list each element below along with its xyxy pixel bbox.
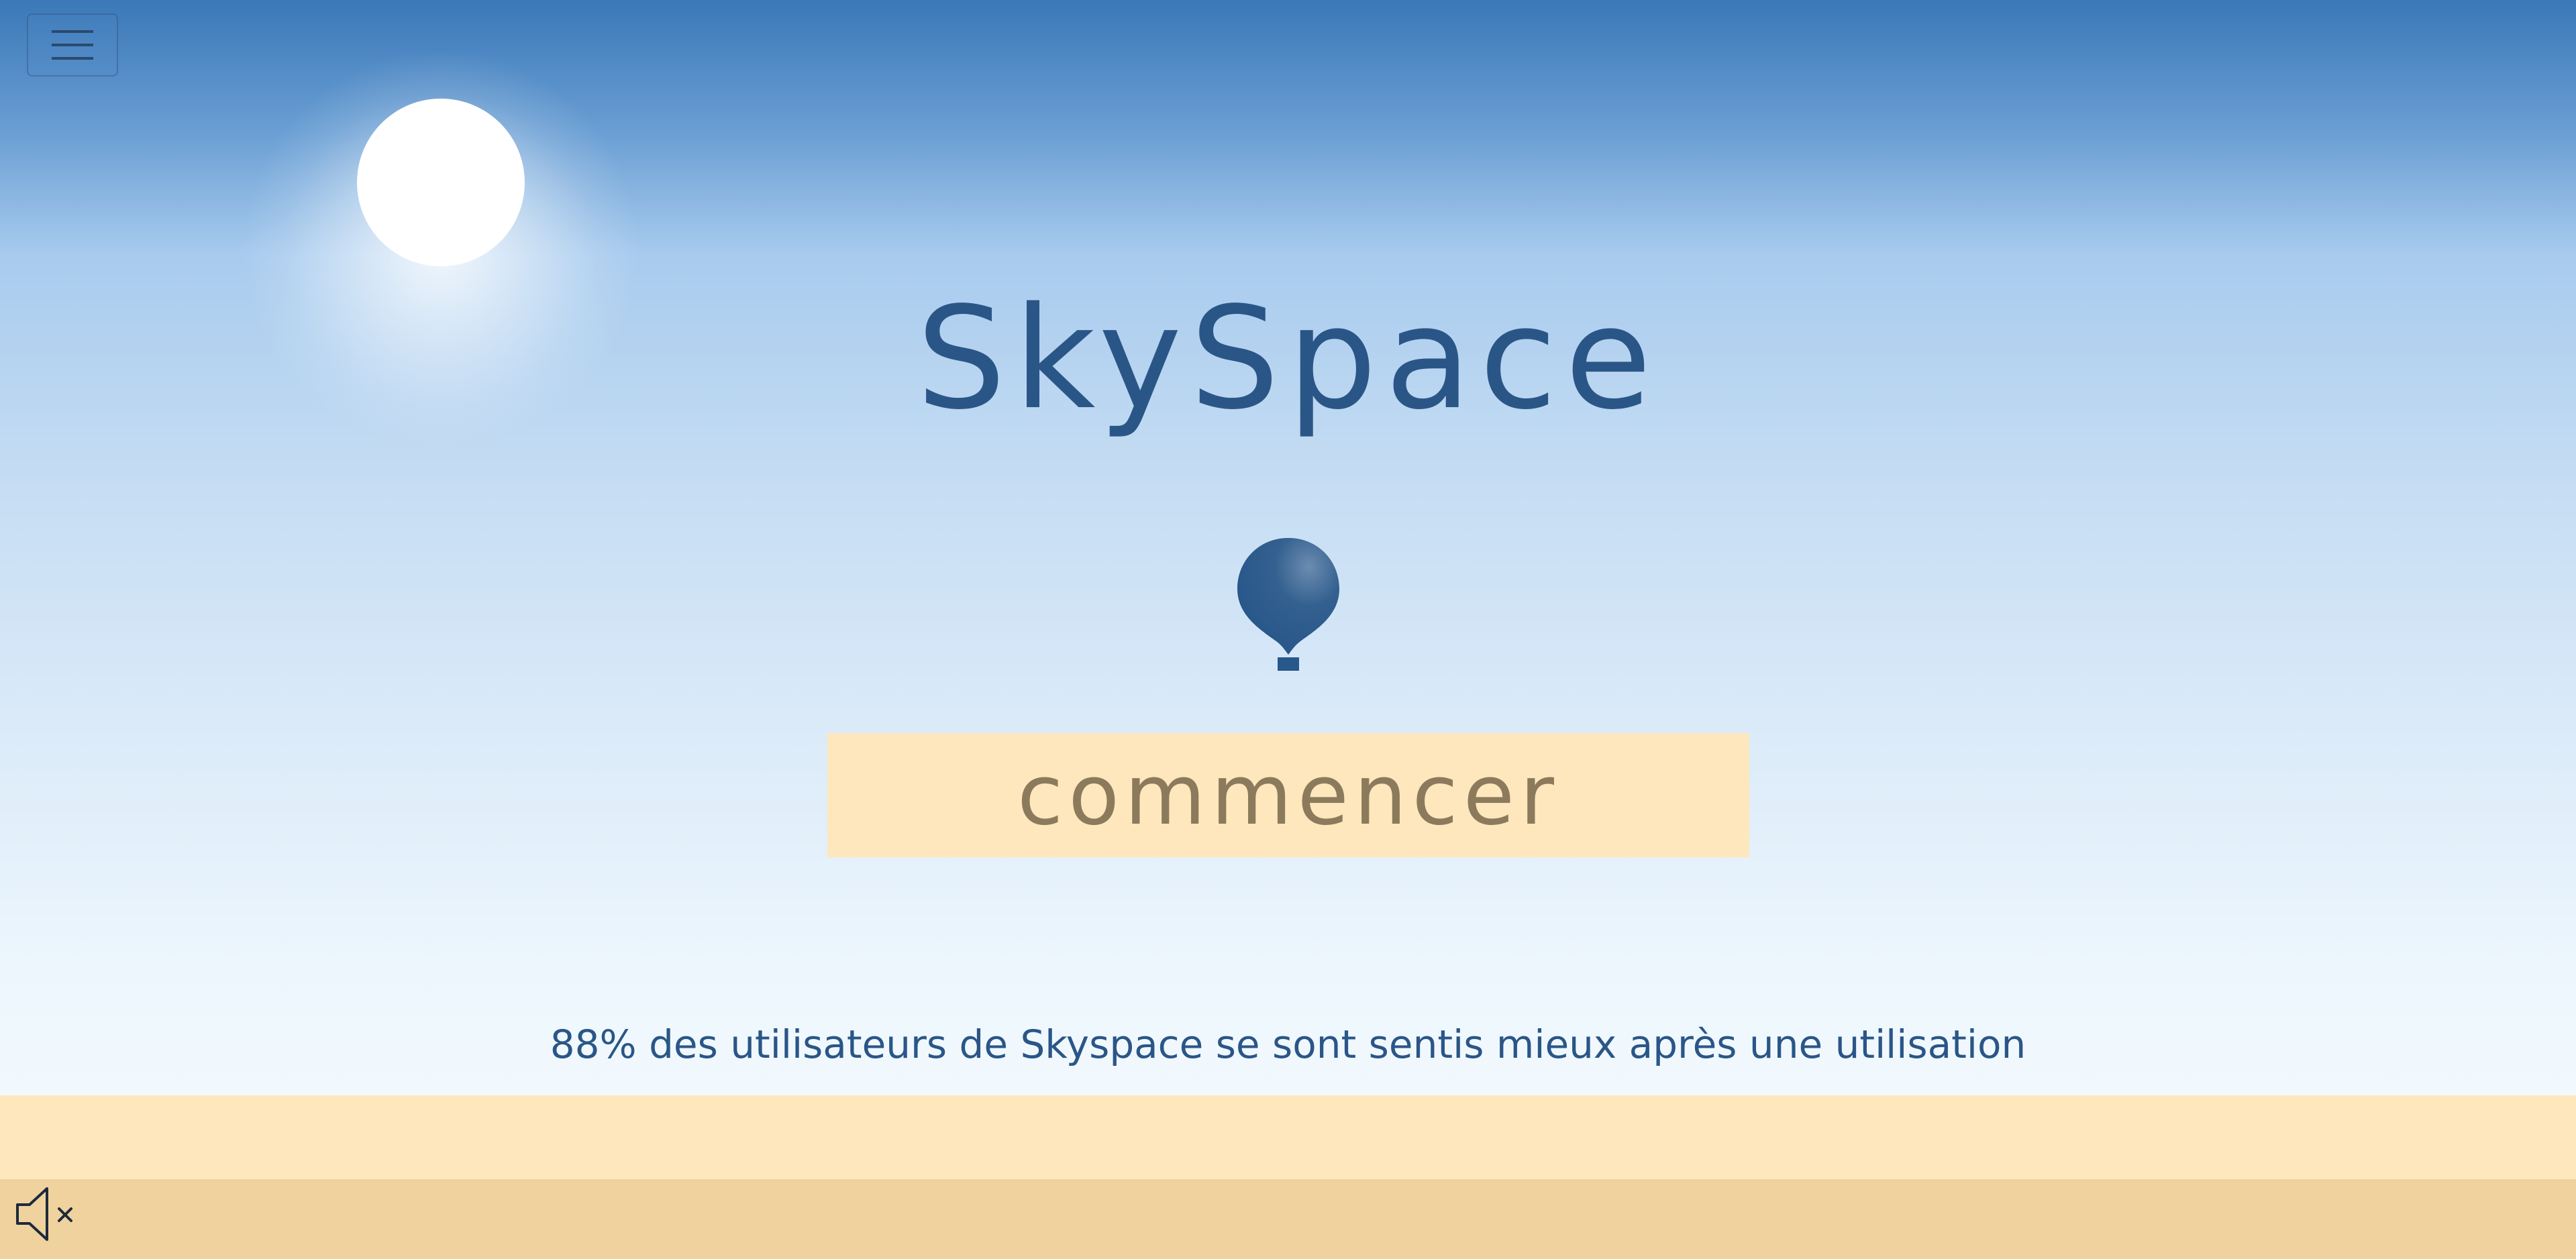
- hot-air-balloon-icon: [1237, 538, 1339, 671]
- stats-text: 88% des utilisateurs de Skyspace se sont…: [550, 1022, 2026, 1067]
- speaker-muted-icon: [16, 1187, 72, 1241]
- sand-band-bottom: [0, 1179, 2576, 1259]
- sun-decoration: [357, 99, 525, 266]
- sound-toggle-button[interactable]: [12, 1182, 79, 1246]
- menu-button[interactable]: [27, 13, 118, 76]
- hamburger-menu-icon: [52, 30, 93, 60]
- sand-band-top: [0, 1095, 2576, 1179]
- page-title: SkySpace: [916, 276, 1660, 441]
- start-button[interactable]: commencer: [827, 733, 1749, 857]
